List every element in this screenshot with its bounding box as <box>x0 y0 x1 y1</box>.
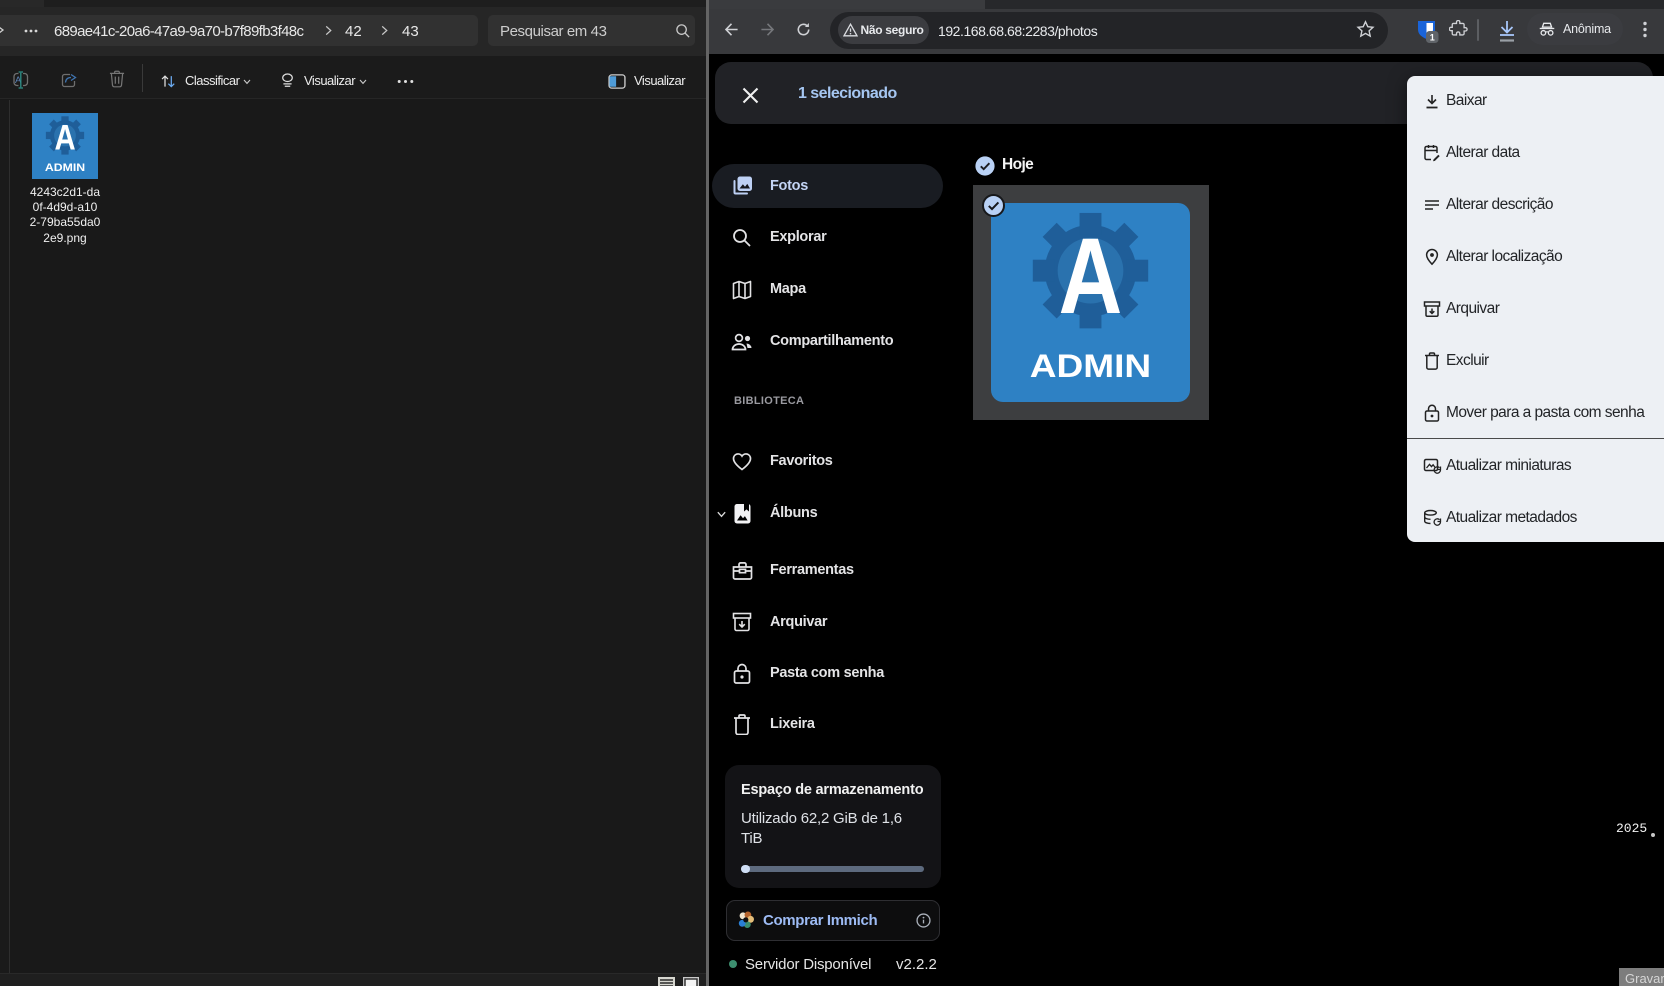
svg-text:1: 1 <box>1430 33 1435 43</box>
svg-text:A: A <box>54 117 75 157</box>
svg-text:ADMIN: ADMIN <box>45 162 85 174</box>
svg-text:ADMIN: ADMIN <box>1030 347 1151 384</box>
svg-text:A: A <box>1059 216 1123 336</box>
